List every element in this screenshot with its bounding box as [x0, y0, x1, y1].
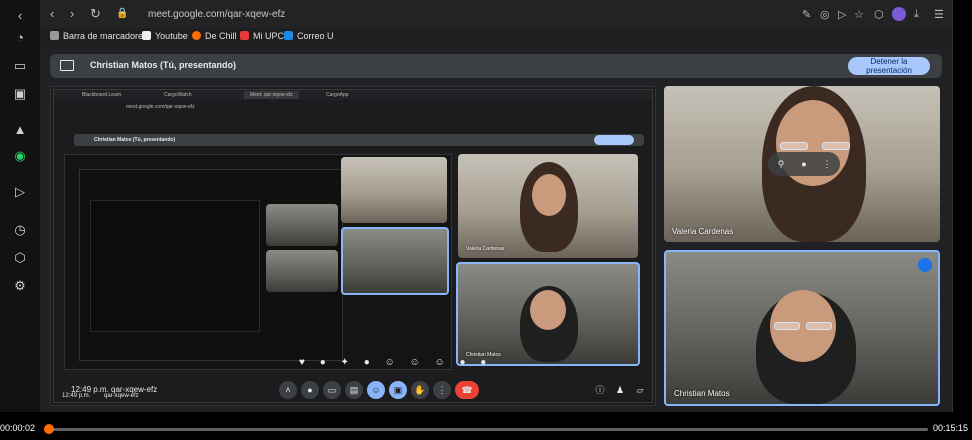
participant-name: Valeria Cardenas [672, 227, 734, 236]
inner-present-label: Christian Matos (Tú, presentando) [94, 137, 176, 143]
edit-icon[interactable]: ✎ [802, 8, 811, 21]
chevron-up-icon[interactable]: ˄ [279, 381, 297, 399]
meet-area: Christian Matos (Tú, presentando) Detene… [40, 46, 952, 412]
bookmark-label: De Chill [205, 31, 237, 41]
nested-screen-2 [79, 169, 343, 361]
inner-present-bar: Christian Matos (Tú, presentando) [74, 134, 644, 146]
camera-toggle-icon[interactable]: ▭ [323, 381, 341, 399]
bookmark-miupc[interactable]: Mi UPC [240, 31, 284, 41]
camera-icon[interactable]: ◎ [820, 8, 830, 21]
extension-icon[interactable]: ⬡ [874, 8, 884, 21]
tile-christian[interactable]: Christian Matos [664, 250, 940, 406]
glasses-icon [774, 322, 800, 330]
inner-tab-active[interactable]: Meet: qar-xqew-efz [244, 91, 299, 99]
progress-knob[interactable] [43, 424, 54, 434]
star-icon[interactable]: ☆ [854, 8, 864, 21]
history-icon[interactable]: ◷ [12, 222, 28, 238]
glasses-icon [780, 142, 808, 150]
participant-name: Christian Matos [674, 389, 730, 398]
present-screen-icon [60, 60, 74, 71]
bookmarks-bar: Barra de marcadore... Youtube De Chill M… [40, 28, 952, 46]
nested-tile [266, 250, 338, 292]
bookmark-youtube[interactable]: Youtube [142, 31, 188, 41]
player-icon[interactable]: ▷ [12, 184, 28, 200]
menu-icon[interactable]: ☰ [934, 8, 944, 21]
bookmark-dechill[interactable]: De Chill [192, 31, 237, 41]
bag-icon[interactable]: ▭ [12, 58, 28, 74]
reactions-row: ♥ ● ✦ ● ☺ ☺ ☺ ● ● [299, 357, 493, 368]
mic-icon[interactable]: ● [301, 381, 319, 399]
back-button[interactable]: ‹ [50, 6, 54, 21]
stop-presenting-button[interactable]: Detener la presentación [848, 57, 930, 75]
browser-window: ‹ › ↻ 🔒 meet.google.com/qar-xqew-efz ✎ ◎… [40, 0, 953, 412]
inner-browser: Blackboard Learn CargoWatch Meet: qar-xq… [53, 89, 653, 403]
inner-tile-valeria: Valeria Cardenas [458, 154, 638, 258]
reload-button[interactable]: ↻ [90, 6, 101, 22]
nested-tile [341, 227, 449, 295]
address-bar-row: ‹ › ↻ 🔒 meet.google.com/qar-xqew-efz ✎ ◎… [40, 0, 952, 28]
info-icon[interactable]: ⓘ [591, 381, 609, 399]
more-icon[interactable]: ⋮ [818, 155, 836, 173]
mic-icon[interactable]: ● [795, 155, 813, 173]
bookmark-label: Correo U [297, 31, 334, 41]
bookmark-label: Barra de marcadore... [63, 31, 151, 41]
hand-icon[interactable]: ✋ [411, 381, 429, 399]
screen-time: 12:49 p.m. [71, 385, 109, 394]
people-icon[interactable]: ♟ [611, 381, 629, 399]
tile-controls: ⚲ ● ⋮ [768, 152, 840, 176]
play-icon[interactable]: ▷ [838, 8, 846, 21]
pin-icon[interactable]: ⚲ [772, 155, 790, 173]
forward-button[interactable]: › [70, 6, 74, 21]
whatsapp-icon[interactable]: ◉ [12, 148, 28, 164]
glasses-icon [822, 142, 850, 150]
more-icon[interactable]: ⋮ [433, 381, 451, 399]
face [532, 174, 566, 216]
inner-tab[interactable]: CargoApp [326, 92, 349, 98]
end-call-button[interactable]: ☎ [455, 381, 479, 399]
inner-url: meet.google.com/qar-xqew-efz [126, 104, 195, 110]
speaking-icon [918, 258, 932, 272]
bookmark-folder[interactable]: Barra de marcadore... [50, 31, 151, 41]
captions-icon[interactable]: ▤ [345, 381, 363, 399]
chat-icon[interactable]: ▱ [631, 381, 649, 399]
box-icon[interactable]: ⬡ [12, 250, 28, 266]
inner-tab[interactable]: CargoWatch [164, 92, 192, 98]
inner-page: meet.google.com/qar-xqew-efz Christian M… [54, 100, 652, 400]
nested-screen-3 [90, 200, 260, 332]
face [530, 290, 566, 330]
media-icon[interactable]: ▣ [12, 86, 28, 102]
emoji-icon[interactable]: ☺ [367, 381, 385, 399]
app-sidebar: ‹ ◔ ▭ ▣ ▲ ◉ ▷ ◷ ⬡ ⚙ [0, 0, 40, 412]
bookmark-label: Mi UPC [253, 31, 284, 41]
tile-valeria[interactable]: ⚲ ● ⋮ Valeria Cardenas [664, 86, 940, 242]
aria-icon[interactable]: ▲ [12, 122, 28, 138]
current-time: 00:00:02 [0, 423, 36, 433]
inner-stop-button [594, 135, 634, 145]
screen-meeting-code: qar-xqew-efz [111, 385, 158, 394]
download-icon[interactable]: ⤓ [914, 8, 919, 21]
progress-track[interactable] [44, 428, 928, 431]
nested-tile [341, 157, 447, 223]
nested-screen [64, 154, 452, 370]
settings-icon[interactable]: ⚙ [12, 278, 28, 294]
total-time: 00:15:15 [932, 423, 968, 433]
inner-tile-name: Valeria Cardenas [466, 246, 505, 252]
url-text[interactable]: meet.google.com/qar-xqew-efz [148, 9, 285, 20]
presenting-banner: Christian Matos (Tú, presentando) Detene… [50, 54, 942, 78]
avatar[interactable] [892, 7, 906, 21]
lock-icon[interactable]: 🔒 [116, 8, 128, 19]
nested-tile [266, 204, 338, 246]
present-icon[interactable]: ▣ [389, 381, 407, 399]
video-progress-bar: 00:00:02 00:15:15 [0, 412, 972, 440]
inner-tab-strip: Blackboard Learn CargoWatch Meet: qar-xq… [54, 90, 652, 100]
speed-icon[interactable]: ◔ [12, 30, 28, 46]
bookmark-label: Youtube [155, 31, 188, 41]
glasses-icon [806, 322, 832, 330]
back-icon[interactable]: ‹ [12, 8, 28, 24]
bookmark-correo[interactable]: Correo U [284, 31, 334, 41]
presenting-label: Christian Matos (Tú, presentando) [90, 60, 237, 70]
inner-tile-christian: Christian Matos [456, 262, 640, 366]
shared-screen: Blackboard Learn CargoWatch Meet: qar-xq… [50, 86, 656, 406]
inner-tab[interactable]: Blackboard Learn [82, 92, 121, 98]
